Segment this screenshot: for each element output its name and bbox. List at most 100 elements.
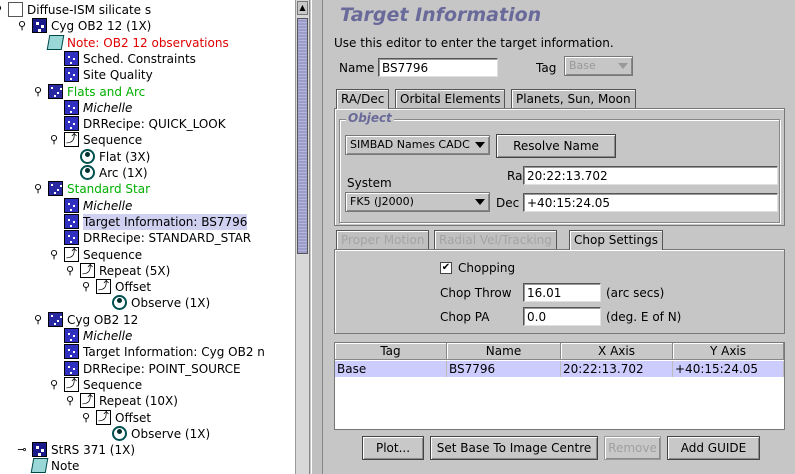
- sequence-icon: [64, 376, 79, 392]
- tab-orbital-elements[interactable]: Orbital Elements: [395, 89, 506, 108]
- tab-ra-dec[interactable]: RA/Dec: [336, 89, 390, 109]
- tree-node[interactable]: ⚲ Cyg OB2 12: [0, 311, 294, 328]
- expand-toggle-icon[interactable]: ⚲: [16, 18, 28, 34]
- table-cell-y-axis[interactable]: +40:15:24.05: [673, 361, 784, 377]
- tree-node[interactable]: Michelle: [0, 197, 294, 214]
- chevron-down-icon: [475, 142, 485, 148]
- tree-node[interactable]: DRRecipe: POINT_SOURCE: [0, 360, 294, 377]
- tree-node[interactable]: Site Quality: [0, 67, 294, 83]
- system-combo[interactable]: FK5 (J2000): [345, 192, 490, 212]
- tree-node[interactable]: ⚲ Offset: [0, 278, 294, 295]
- editor-title: Target Information: [340, 4, 542, 26]
- expand-toggle-icon[interactable]: ⚲: [0, 2, 4, 18]
- tree-node-label: Sequence: [83, 247, 143, 262]
- tree-node-label: Target Information: BS7796: [83, 213, 248, 230]
- tree-node-label: Michelle: [83, 329, 133, 343]
- chop-pa-input[interactable]: [523, 307, 601, 326]
- dec-input[interactable]: [523, 193, 778, 212]
- tree-scroll-thumb[interactable]: [297, 18, 308, 254]
- tree-node[interactable]: DRRecipe: STANDARD_STAR: [0, 230, 294, 246]
- tree-node[interactable]: ⚲ Offset: [0, 409, 294, 426]
- folder-icon: [48, 311, 63, 327]
- chop-throw-label: Chop Throw: [440, 286, 512, 300]
- tree-node[interactable]: ⚲ Repeat (5X): [0, 262, 294, 279]
- tree-node-label: Offset: [115, 280, 152, 295]
- tree-node-label: Sched. Constraints: [83, 51, 196, 66]
- tree-node[interactable]: Arc (1X): [0, 165, 294, 181]
- column-header-tag[interactable]: Tag: [335, 343, 447, 360]
- tab-chop-settings[interactable]: Chop Settings: [569, 230, 663, 250]
- eye-icon: [80, 165, 95, 180]
- eye-icon: [80, 148, 95, 164]
- program-tree[interactable]: ⚲Diffuse-ISM silicate s⚲Cyg OB2 12 (1X)N…: [0, 0, 310, 474]
- split-pane-divider[interactable]: [311, 0, 323, 474]
- tag-combo[interactable]: Base: [564, 56, 633, 76]
- note-icon: [30, 458, 49, 474]
- target-information-editor: Target Information Use this editor to en…: [324, 0, 795, 474]
- table-cell-tag[interactable]: Base: [335, 361, 447, 377]
- tree-node[interactable]: Sched. Constraints: [0, 50, 294, 67]
- expand-toggle-icon[interactable]: ⚲: [64, 393, 76, 409]
- tree-node[interactable]: ⊸ StRS 371 (1X): [0, 442, 294, 458]
- chop-throw-input[interactable]: [523, 283, 601, 302]
- iterator-icon: [80, 392, 95, 409]
- component-icon: [64, 230, 79, 246]
- tree-node[interactable]: Flat (3X): [0, 148, 294, 165]
- catalog-combo[interactable]: SIMBAD Names CADC: [345, 135, 490, 155]
- tree-node[interactable]: ⚲ Sequence: [0, 376, 294, 393]
- tree-node[interactable]: DRRecipe: QUICK_LOOK: [0, 116, 294, 132]
- tree-node[interactable]: ⚲ Flats and Arc: [0, 83, 294, 100]
- tree-node-label: Observe (1X): [131, 426, 211, 441]
- expand-toggle-icon[interactable]: ⚲: [32, 312, 44, 328]
- resolve-name-button[interactable]: Resolve Name: [496, 134, 616, 158]
- chop-pa-unit: (deg. E of N): [606, 310, 682, 324]
- tree-node-label: DRRecipe: QUICK_LOOK: [83, 117, 226, 132]
- guide-star-table[interactable]: Tag Name X Axis Y Axis Base BS7796 20:22…: [334, 342, 785, 430]
- tree-node[interactable]: ⚲ Sequence: [0, 246, 294, 263]
- column-header-name[interactable]: Name: [447, 343, 561, 360]
- set-base-to-image-centre-button[interactable]: Set Base To Image Centre: [430, 436, 598, 460]
- expand-toggle-icon[interactable]: ⚲: [48, 247, 60, 263]
- scroll-up-arrow-icon[interactable]: ▲: [297, 1, 308, 15]
- tree-node[interactable]: Note: OB2 12 observations: [0, 34, 294, 51]
- add-guide-button[interactable]: Add GUIDE: [667, 436, 760, 460]
- tree-node-label: Note: [51, 459, 80, 474]
- chopping-checkbox[interactable]: ✔: [440, 262, 452, 274]
- expand-toggle-icon[interactable]: ⚲: [80, 279, 92, 295]
- tree-node[interactable]: ⚲ Diffuse-ISM silicate s: [0, 2, 294, 18]
- column-header-y-axis[interactable]: Y Axis: [673, 343, 784, 360]
- tab-proper-motion[interactable]: Proper Motion: [336, 230, 430, 249]
- table-cell-x-axis[interactable]: 20:22:13.702: [561, 361, 673, 377]
- tree-node[interactable]: Observe (1X): [0, 295, 294, 311]
- plot-button[interactable]: Plot...: [362, 436, 424, 460]
- expand-toggle-icon[interactable]: ⚲: [32, 84, 44, 100]
- chop-pa-label: Chop PA: [440, 310, 490, 324]
- folder-icon: [48, 83, 63, 99]
- tree-node[interactable]: Observe (1X): [0, 425, 294, 442]
- tree-node[interactable]: Michelle: [0, 328, 294, 344]
- tree-node[interactable]: Target Information: Cyg OB2 n: [0, 344, 294, 360]
- tree-node[interactable]: ⚲ Cyg OB2 12 (1X): [0, 18, 294, 34]
- remove-button[interactable]: Remove: [604, 436, 661, 460]
- name-input[interactable]: [378, 58, 498, 77]
- expand-toggle-icon[interactable]: ⚲: [48, 377, 60, 393]
- tree-node[interactable]: ⚲ Repeat (10X): [0, 392, 294, 409]
- column-header-x-axis[interactable]: X Axis: [561, 343, 673, 360]
- tree-node[interactable]: Note: [0, 458, 294, 474]
- expand-toggle-icon[interactable]: ⚲: [64, 263, 76, 279]
- tree-node[interactable]: ⚲ Sequence: [0, 131, 294, 148]
- tab-planets-sun-moon[interactable]: Planets, Sun, Moon: [511, 89, 636, 108]
- expand-toggle-icon[interactable]: ⊸: [16, 442, 28, 458]
- expand-toggle-icon[interactable]: ⚲: [80, 410, 92, 426]
- tree-node[interactable]: Michelle: [0, 99, 294, 116]
- tree-scrollbar[interactable]: ▲: [295, 0, 309, 474]
- tab-radial-velocity[interactable]: Radial Vel/Tracking: [434, 230, 557, 249]
- expand-toggle-icon[interactable]: ⚲: [48, 132, 60, 148]
- tree-node[interactable]: ⚲ Standard Star: [0, 181, 294, 197]
- table-cell-name[interactable]: BS7796: [447, 361, 561, 377]
- tree-node-label: Michelle: [83, 100, 133, 115]
- expand-toggle-icon[interactable]: ⚲: [32, 181, 44, 197]
- tree-node[interactable]: Target Information: BS7796: [0, 213, 294, 230]
- ra-input[interactable]: [523, 166, 778, 185]
- component-icon: [64, 328, 79, 343]
